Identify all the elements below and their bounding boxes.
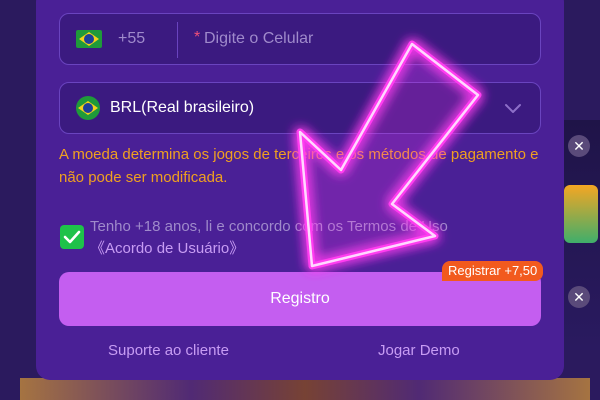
background-close-icon-2[interactable]: ✕ xyxy=(568,286,590,308)
terms-text: Tenho +18 anos, li e concordo com os Ter… xyxy=(90,218,448,235)
terms-text-block: Tenho +18 anos, li e concordo com os Ter… xyxy=(90,216,530,260)
country-code[interactable]: +55 xyxy=(118,30,145,48)
chevron-down-icon[interactable] xyxy=(502,97,524,119)
background-game-thumbnails xyxy=(20,378,590,400)
check-icon xyxy=(63,230,81,244)
brazil-flag-icon xyxy=(76,30,102,48)
user-agreement-link[interactable]: 《Acordo de Usuário》 xyxy=(90,240,244,257)
brazil-flag-icon xyxy=(76,96,100,120)
customer-support-link[interactable]: Suporte ao cliente xyxy=(108,342,229,359)
phone-field: +55 * Digite o Celular xyxy=(59,13,541,65)
currency-notice: A moeda determina os jogos de terceiros … xyxy=(59,146,539,186)
background-promo-badge xyxy=(564,185,598,243)
play-demo-link[interactable]: Jogar Demo xyxy=(378,342,460,359)
terms-checkbox[interactable] xyxy=(60,225,84,249)
background-close-icon[interactable]: ✕ xyxy=(568,135,590,157)
register-bonus-badge: Registrar +7,50 xyxy=(442,261,544,281)
currency-select[interactable]: BRL(Real brasileiro) xyxy=(59,82,541,134)
currency-value: BRL(Real brasileiro) xyxy=(110,99,255,116)
field-divider xyxy=(177,22,178,58)
phone-input[interactable] xyxy=(190,28,520,52)
